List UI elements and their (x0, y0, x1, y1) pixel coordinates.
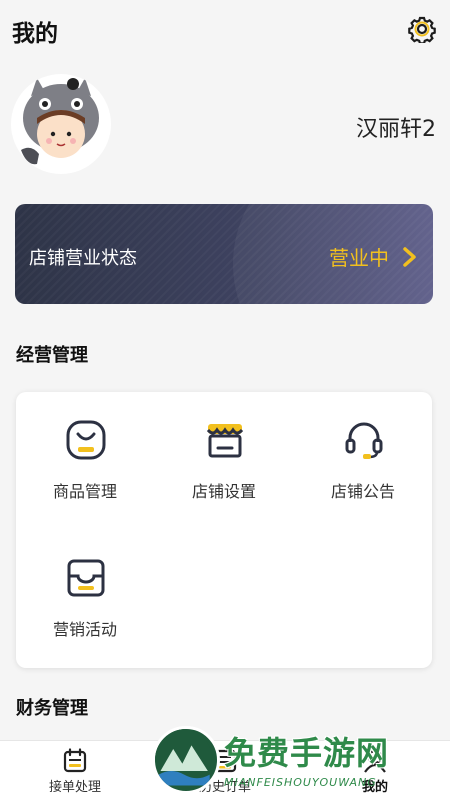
watermark-text: 免费手游网 (224, 734, 390, 772)
username: 汉丽轩2 (356, 117, 436, 142)
order-icon (63, 748, 87, 773)
grid-item-label: 店铺公告 (330, 482, 395, 501)
product-icon (66, 420, 106, 460)
store-status-card[interactable]: 店铺营业状态 营业中 (15, 204, 433, 304)
page-title: 我的 (12, 21, 58, 47)
nav-item-label: 接单处理 (48, 780, 101, 795)
gear-icon[interactable] (408, 15, 436, 45)
avatar-icon[interactable] (11, 74, 111, 174)
wallet-icon (67, 559, 105, 597)
headset-icon (345, 422, 383, 459)
nav-item-order-processing[interactable]: 接单处理 (0, 741, 150, 800)
watermark: 免费手游网 MIANFEISHOUYOUWANG (152, 726, 450, 800)
grid-item-marketing-activities[interactable]: 营销活动 (16, 530, 154, 660)
watermark-subtext: MIANFEISHOUYOUWANG (224, 776, 377, 789)
business-section-title: 经营管理 (16, 345, 88, 366)
profile-section: 汉丽轩2 (0, 60, 450, 190)
grid-item-store-settings[interactable]: 店铺设置 (155, 392, 293, 522)
grid-item-label: 店铺设置 (191, 482, 256, 501)
store-icon (206, 424, 244, 458)
header: 我的 (0, 0, 450, 60)
finance-section-title: 财务管理 (16, 698, 88, 719)
store-status-label: 店铺营业状态 (29, 248, 137, 269)
chevron-right-icon (401, 246, 419, 268)
business-grid: 商品管理 店铺设置 店铺公告 营销活动 (16, 392, 432, 668)
watermark-logo-icon (152, 726, 220, 794)
store-status-value: 营业中 (329, 246, 389, 270)
grid-item-label: 营销活动 (52, 620, 117, 639)
grid-item-label: 商品管理 (52, 482, 117, 501)
grid-item-product-management[interactable]: 商品管理 (16, 392, 154, 522)
grid-item-store-announcement[interactable]: 店铺公告 (294, 392, 432, 522)
